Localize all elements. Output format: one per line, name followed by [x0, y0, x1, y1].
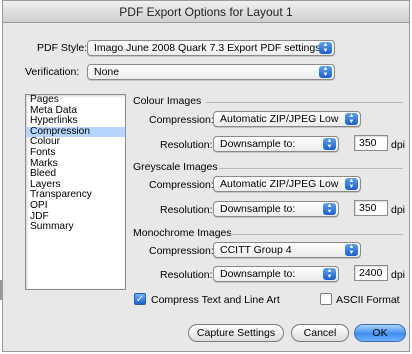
monochrome-compression-popup[interactable]: CCITT Group 4 ▲ ▼: [213, 242, 361, 258]
section-divider: [219, 168, 403, 169]
greyscale-dpi-unit: dpi: [391, 204, 406, 216]
capture-settings-button[interactable]: Capture Settings: [188, 324, 284, 342]
popup-arrows-icon: ▲ ▼: [319, 42, 332, 54]
popup-arrows-icon: ▲ ▼: [345, 113, 358, 125]
popup-arrows-icon: ▲ ▼: [345, 178, 358, 190]
popup-arrows-icon: ▲ ▼: [323, 138, 336, 150]
monochrome-images-heading: Monochrome Images: [133, 227, 232, 239]
pdf-style-value: Imago June 2008 Quark 7.3 Export PDF set…: [94, 42, 321, 54]
greyscale-resolution-label: Resolution:: [160, 204, 213, 216]
sidebar-item-pages[interactable]: Pages: [26, 94, 125, 106]
monochrome-dpi-unit: dpi: [391, 269, 406, 281]
greyscale-resolution-popup[interactable]: Downsample to: ▲ ▼: [213, 201, 339, 217]
colour-images-heading: Colour Images: [133, 95, 202, 107]
checkmark-icon: ✓: [135, 294, 145, 305]
pdf-style-popup[interactable]: Imago June 2008 Quark 7.3 Export PDF set…: [87, 40, 335, 56]
export-dialog: PDF Export Options for Layout 1 PDF Styl…: [2, 0, 410, 352]
compress-text-checkbox[interactable]: ✓: [134, 293, 146, 305]
greyscale-compression-value: Automatic ZIP/JPEG Low: [220, 178, 339, 190]
monochrome-compression-value: CCITT Group 4: [220, 244, 292, 256]
greyscale-dpi-field[interactable]: 350: [354, 200, 388, 216]
colour-resolution-popup[interactable]: Downsample to: ▲ ▼: [213, 136, 339, 152]
verification-label: Verification:: [25, 66, 80, 78]
cancel-button[interactable]: Cancel: [291, 324, 349, 342]
colour-dpi-field[interactable]: 350: [354, 135, 388, 151]
verification-popup[interactable]: None ▲ ▼: [87, 64, 335, 80]
verification-value: None: [94, 66, 120, 78]
popup-arrows-icon: ▲ ▼: [323, 268, 336, 280]
popup-arrows-icon: ▲ ▼: [319, 66, 332, 78]
settings-category-list[interactable]: Pages Meta Data Hyperlinks Compression C…: [25, 94, 126, 290]
colour-compression-value: Automatic ZIP/JPEG Low: [220, 113, 339, 125]
colour-resolution-label: Resolution:: [160, 139, 213, 151]
ascii-format-checkbox[interactable]: [320, 293, 332, 305]
section-divider: [229, 234, 403, 235]
popup-arrows-icon: ▲ ▼: [323, 203, 336, 215]
window-edge: [0, 280, 2, 300]
pdf-style-label: PDF Style:: [37, 42, 88, 54]
sidebar-item-opi[interactable]: OPI: [26, 200, 125, 212]
colour-compression-popup[interactable]: Automatic ZIP/JPEG Low ▲ ▼: [213, 111, 361, 127]
greyscale-compression-label: Compression:: [149, 179, 214, 191]
monochrome-dpi-field[interactable]: 2400: [354, 265, 388, 281]
greyscale-resolution-value: Downsample to:: [220, 203, 296, 215]
ok-button[interactable]: OK: [354, 324, 406, 342]
section-divider: [206, 102, 403, 103]
sidebar-item-summary[interactable]: Summary: [26, 222, 125, 233]
monochrome-resolution-popup[interactable]: Downsample to: ▲ ▼: [213, 266, 339, 282]
greyscale-compression-popup[interactable]: Automatic ZIP/JPEG Low ▲ ▼: [213, 176, 361, 192]
colour-resolution-value: Downsample to:: [220, 138, 296, 150]
sidebar-item-fonts[interactable]: Fonts: [26, 147, 125, 159]
popup-arrows-icon: ▲ ▼: [345, 244, 358, 256]
colour-dpi-unit: dpi: [391, 139, 406, 151]
monochrome-resolution-value: Downsample to:: [220, 268, 296, 280]
ascii-format-label: ASCII Format: [336, 294, 400, 306]
compress-text-label: Compress Text and Line Art: [151, 294, 280, 306]
monochrome-compression-label: Compression:: [149, 245, 214, 257]
greyscale-images-heading: Greyscale Images: [133, 161, 218, 173]
colour-compression-label: Compression:: [149, 114, 214, 126]
window-title: PDF Export Options for Layout 1: [3, 1, 409, 23]
monochrome-resolution-label: Resolution:: [160, 269, 213, 281]
